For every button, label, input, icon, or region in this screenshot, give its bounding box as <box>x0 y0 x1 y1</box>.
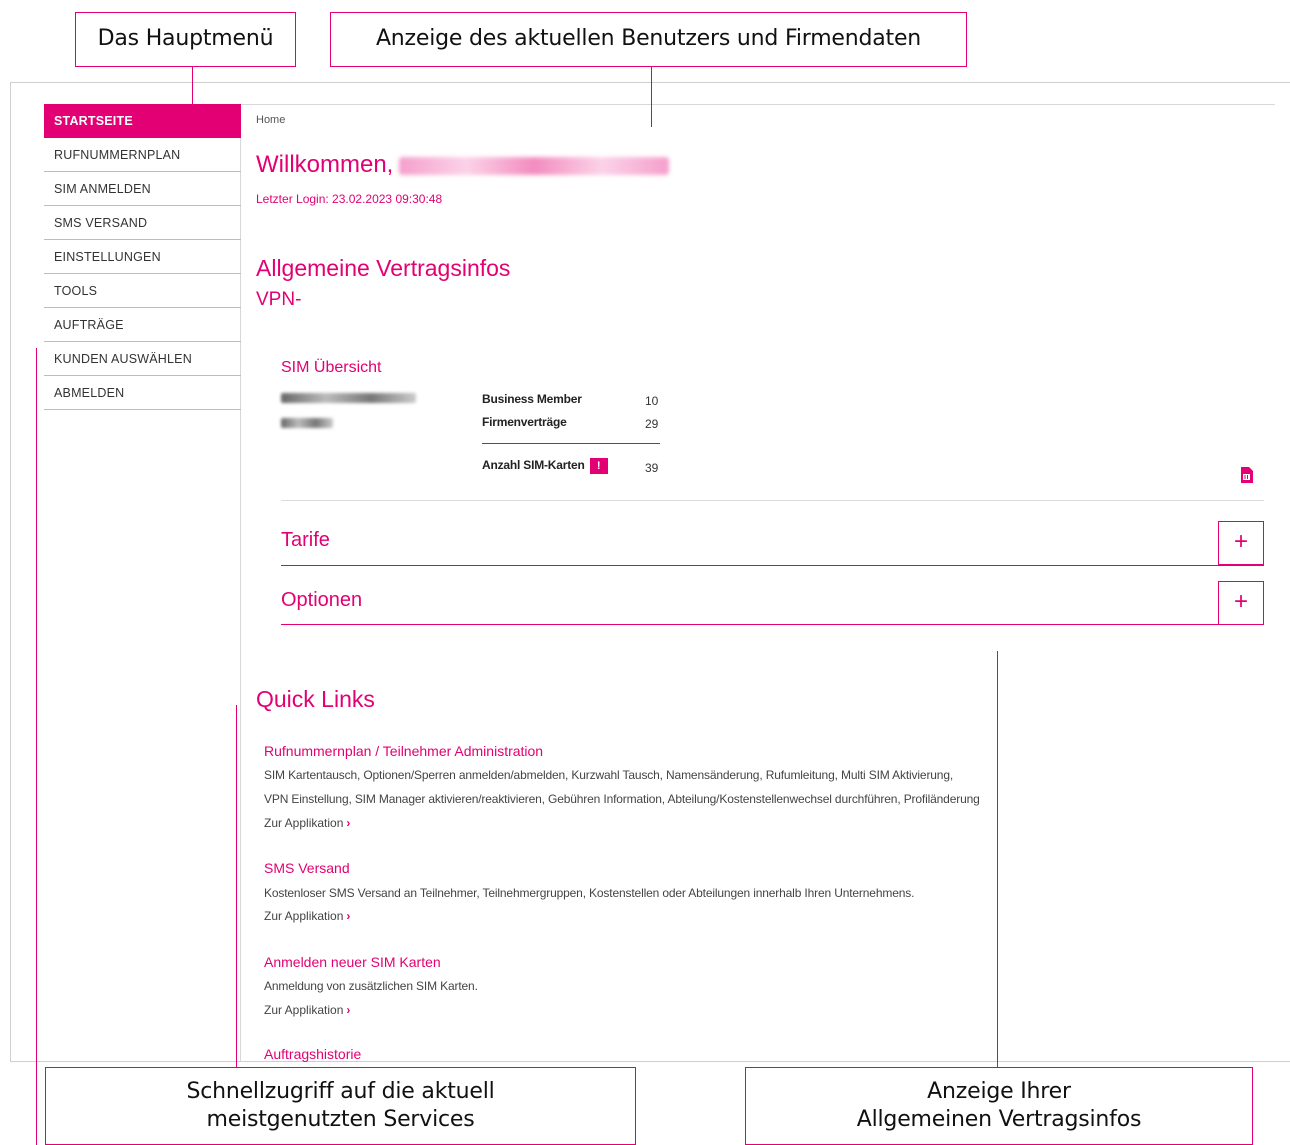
callout-benutzer: Anzeige des aktuellen Benutzers und Firm… <box>330 12 967 67</box>
callout-vertragsinfos: Anzeige Ihrer Allgemeinen Vertragsinfos <box>745 1067 1253 1145</box>
main-menu: STARTSEITE RUFNUMMERNPLAN SIM ANMELDEN S… <box>44 104 241 410</box>
sidebar-item-kunden-auswaehlen[interactable]: KUNDEN AUSWÄHLEN <box>44 342 241 376</box>
sidebar-item-rufnummernplan[interactable]: RUFNUMMERNPLAN <box>44 138 241 172</box>
sidebar-item-tools[interactable]: TOOLS <box>44 274 241 308</box>
sim-count-label: Anzahl SIM-Karten <box>482 458 585 473</box>
quick-link-title-sim-karten[interactable]: Anmelden neuer SIM Karten <box>264 954 441 970</box>
welcome-heading: Willkommen, <box>256 151 670 179</box>
link-label: Zur Applikation <box>264 816 344 830</box>
stat-divider <box>482 443 660 444</box>
last-login: Letzter Login: 23.02.2023 09:30:48 <box>256 192 443 206</box>
stat-label-firmenvertraege: Firmenverträge <box>482 415 567 429</box>
zur-applikation-link[interactable]: Zur Applikation › <box>264 816 350 830</box>
quick-link-title-sms-versand[interactable]: SMS Versand <box>264 860 350 876</box>
stat-label-sim-count: Anzahl SIM-Karten! <box>482 458 608 474</box>
zur-applikation-link[interactable]: Zur Applikation › <box>264 909 350 923</box>
vertragsinfos-heading: Allgemeine Vertragsinfos <box>256 255 511 281</box>
chevron-right-icon: › <box>346 909 351 923</box>
accordion-tarife-rule <box>281 565 1264 566</box>
sidebar-item-abmelden[interactable]: ABMELDEN <box>44 376 241 410</box>
stat-label-business-member: Business Member <box>482 392 582 406</box>
breadcrumb[interactable]: Home <box>256 114 285 126</box>
callout-vertragsinfos-line2: Allgemeinen Vertragsinfos <box>856 1107 1142 1132</box>
accordion-optionen-label[interactable]: Optionen <box>281 589 362 612</box>
sim-overview-title: SIM Übersicht <box>281 359 382 376</box>
quick-link-desc: Anmeldung von zusätzlichen SIM Karten. <box>264 979 478 993</box>
user-name-redacted <box>399 156 670 175</box>
quick-link-title-auftragshistorie[interactable]: Auftragshistorie <box>264 1046 361 1062</box>
callout-line-schnellzugriff <box>236 705 237 1067</box>
quick-link-desc: SIM Kartentausch, Optionen/Sperren anmel… <box>264 768 954 782</box>
chevron-right-icon: › <box>346 816 351 830</box>
quick-link-desc: Kostenloser SMS Versand an Teilnehmer, T… <box>264 886 915 900</box>
callout-vertragsinfos-line1: Anzeige Ihrer <box>927 1078 1071 1104</box>
sidebar-item-sim-anmelden[interactable]: SIM ANMELDEN <box>44 172 241 206</box>
accordion-optionen-rule <box>281 624 1264 625</box>
callout-schnellzugriff-line1: Schnellzugriff auf die aktuell <box>186 1078 495 1104</box>
vpn-label: VPN- <box>256 289 302 310</box>
callout-hauptmenu-text: Das Hauptmenü <box>97 26 274 52</box>
sim-overview-separator <box>281 500 1264 501</box>
expand-tarife-button[interactable]: + <box>1218 521 1264 565</box>
callout-benutzer-text: Anzeige des aktuellen Benutzers und Firm… <box>375 26 922 52</box>
stat-value-business-member: 10 <box>645 394 659 408</box>
quick-link-desc: VPN Einstellung, SIM Manager aktivieren/… <box>264 792 980 806</box>
account-number-redacted <box>281 418 333 428</box>
link-label: Zur Applikation <box>264 1003 344 1017</box>
sim-card-icon[interactable] <box>1240 467 1253 483</box>
callout-line-menu-left <box>36 348 37 1145</box>
cost-center-redacted <box>281 393 416 403</box>
content-top-rule <box>240 104 1275 105</box>
quick-link-title-rufnummernplan[interactable]: Rufnummernplan / Teilnehmer Administrati… <box>264 743 543 759</box>
callout-schnellzugriff-line2: meistgenutzten Services <box>206 1107 475 1132</box>
callout-schnellzugriff: Schnellzugriff auf die aktuell meistgenu… <box>45 1067 636 1145</box>
callout-line-hauptmenu <box>192 67 193 104</box>
callout-line-vertragsinfos <box>997 651 998 1067</box>
stat-value-firmenvertraege: 29 <box>645 417 659 431</box>
callout-hauptmenu: Das Hauptmenü <box>75 12 296 67</box>
quick-links-heading: Quick Links <box>256 686 375 712</box>
welcome-text: Willkommen, <box>256 151 394 178</box>
alert-icon[interactable]: ! <box>589 458 608 474</box>
sidebar-item-startseite[interactable]: STARTSEITE <box>44 104 241 138</box>
accordion-tarife-label[interactable]: Tarife <box>281 529 330 552</box>
stat-value-sim-count: 39 <box>645 461 659 475</box>
expand-optionen-button[interactable]: + <box>1218 581 1264 625</box>
link-label: Zur Applikation <box>264 909 344 923</box>
sidebar-item-sms-versand[interactable]: SMS VERSAND <box>44 206 241 240</box>
chevron-right-icon: › <box>346 1003 351 1017</box>
sidebar-item-einstellungen[interactable]: EINSTELLUNGEN <box>44 240 241 274</box>
callout-line-benutzer <box>651 67 652 127</box>
zur-applikation-link[interactable]: Zur Applikation › <box>264 1003 350 1017</box>
sidebar-item-auftraege[interactable]: AUFTRÄGE <box>44 308 241 342</box>
